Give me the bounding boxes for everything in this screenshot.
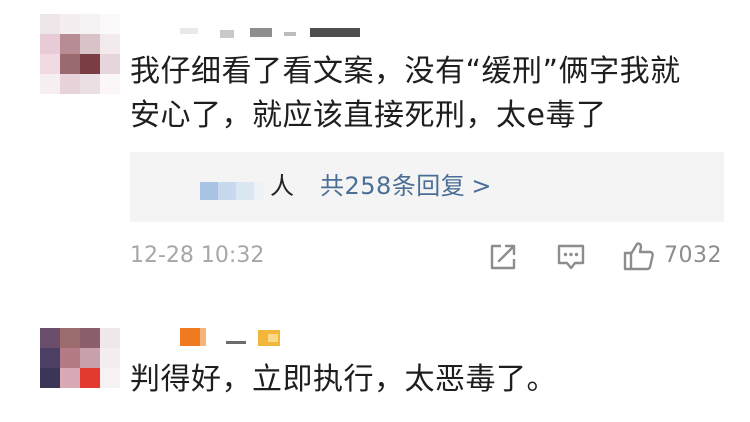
comment-item: 判得好，立即执行，太恶毒了。	[0, 300, 750, 422]
comment-text-line: 判得好，立即执行，太恶毒了。	[130, 362, 557, 397]
avatar[interactable]	[40, 328, 120, 408]
share-button[interactable]	[488, 240, 522, 272]
username-obscured[interactable]	[180, 28, 370, 50]
replies-preview[interactable]: 人 共258条回复 >	[130, 152, 724, 222]
timestamp: 12-28 10:32	[130, 243, 265, 268]
username-obscured[interactable]	[180, 328, 290, 350]
comment-button[interactable]	[555, 240, 589, 272]
comment-text: 我仔细看了看文案，没有“缓刑”俩字我就 安心了，就应该直接死刑，太e毒了	[130, 50, 740, 138]
comment-item: 我仔细看了看文案，没有“缓刑”俩字我就 安心了，就应该直接死刑，太e毒了 人 共…	[0, 0, 750, 300]
thumbs-up-icon	[623, 242, 654, 271]
view-replies-link[interactable]: 共258条回复 >	[320, 168, 492, 204]
share-icon	[490, 244, 516, 270]
reply-label: 人	[270, 172, 294, 200]
comment-text-line: 安心了，就应该直接死刑，太e毒了	[130, 98, 607, 133]
comment-text-line: 我仔细看了看文案，没有“缓刑”俩字我就	[130, 54, 681, 89]
view-replies-label: 共258条回复	[320, 172, 466, 200]
like-count: 7032	[664, 243, 722, 268]
comment-icon	[557, 244, 585, 270]
like-button[interactable]: 7032	[622, 240, 732, 272]
chevron-right-icon: >	[471, 172, 492, 200]
avatar[interactable]	[40, 14, 120, 94]
comment-text: 判得好，立即执行，太恶毒了。	[130, 358, 740, 402]
replier-name-obscured	[200, 178, 270, 200]
